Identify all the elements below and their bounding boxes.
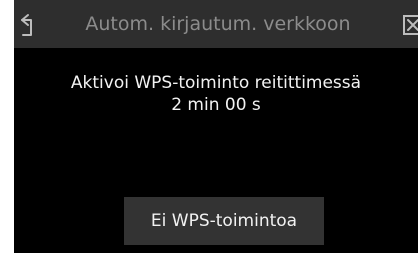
back-arrow-icon [21,14,32,36]
wps-setup-screen: Autom. kirjautum. verkkoon Aktivoi WPS-t… [14,0,418,253]
close-button[interactable] [402,14,418,36]
title-bar: Autom. kirjautum. verkkoon [14,0,418,48]
close-icon [403,15,418,35]
wps-instruction-text: Aktivoi WPS-toiminto reitittimessä [70,73,362,93]
page-title: Autom. kirjautum. verkkoon [85,13,351,35]
back-button[interactable] [16,8,48,40]
no-wps-button[interactable]: Ei WPS-toimintoa [124,197,324,245]
countdown-timer: 2 min 00 s [171,95,261,115]
